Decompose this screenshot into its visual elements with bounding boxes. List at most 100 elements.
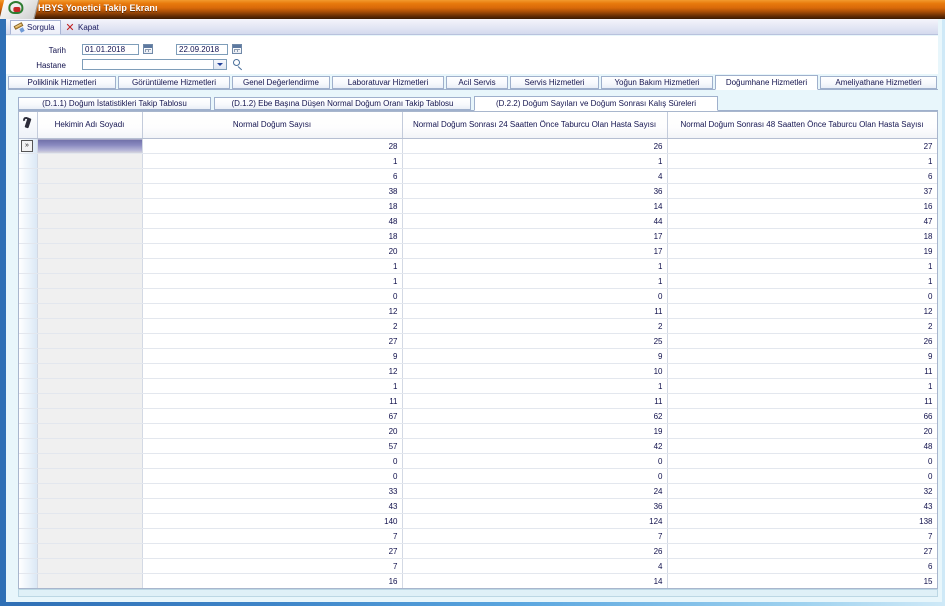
tab-4[interactable]: Acil Servis [446, 76, 508, 89]
table-row[interactable]: 111 [19, 273, 937, 289]
cell-hekim-adi-soyadi[interactable] [37, 528, 143, 544]
cell-normal-dogum-sayisi[interactable]: 57 [142, 438, 403, 454]
row-header-cell[interactable] [19, 528, 38, 544]
cell-hekim-adi-soyadi[interactable] [37, 288, 143, 304]
cell-24-saat-taburcu[interactable]: 1 [402, 378, 668, 394]
cell-48-saat-taburcu[interactable]: 26 [667, 333, 937, 349]
cell-24-saat-taburcu[interactable]: 1 [402, 273, 668, 289]
table-row[interactable]: 20 17 19 [19, 243, 937, 259]
cell-48-saat-taburcu[interactable]: 19 [667, 243, 937, 259]
cell-hekim-adi-soyadi[interactable] [37, 198, 143, 214]
date-end-input[interactable] [176, 44, 228, 55]
tab-3[interactable]: Laboratuvar Hizmetleri [332, 76, 444, 89]
cell-normal-dogum-sayisi[interactable]: 28 [142, 138, 403, 154]
cell-24-saat-taburcu[interactable]: 24 [402, 483, 668, 499]
tab-5[interactable]: Servis Hizmetleri [510, 76, 599, 89]
cell-48-saat-taburcu[interactable]: 6 [667, 168, 937, 184]
table-row[interactable]: 111 [19, 258, 937, 274]
cell-normal-dogum-sayisi[interactable]: 20 [142, 243, 403, 259]
cell-24-saat-taburcu[interactable]: 10 [402, 363, 668, 379]
chevron-down-icon[interactable] [213, 60, 226, 69]
cell-24-saat-taburcu[interactable]: 19 [402, 423, 668, 439]
cell-48-saat-taburcu[interactable]: 32 [667, 483, 937, 499]
cell-normal-dogum-sayisi[interactable]: 0 [142, 453, 403, 469]
row-header-cell[interactable] [19, 288, 38, 304]
cell-48-saat-taburcu[interactable]: 0 [667, 453, 937, 469]
cell-normal-dogum-sayisi[interactable]: 20 [142, 423, 403, 439]
table-row[interactable]: 16 14 15 [19, 573, 937, 588]
cell-24-saat-taburcu[interactable]: 17 [402, 228, 668, 244]
table-row[interactable]: 57 42 48 [19, 438, 937, 454]
cell-24-saat-taburcu[interactable]: 11 [402, 393, 668, 409]
cell-48-saat-taburcu[interactable]: 27 [667, 543, 937, 559]
cell-24-saat-taburcu[interactable]: 62 [402, 408, 668, 424]
row-header-cell[interactable] [19, 378, 38, 394]
table-row[interactable]: 111 [19, 378, 937, 394]
row-header-cell[interactable] [19, 333, 38, 349]
cell-normal-dogum-sayisi[interactable]: 0 [142, 468, 403, 484]
cell-hekim-adi-soyadi[interactable] [37, 243, 143, 259]
cell-hekim-adi-soyadi[interactable] [37, 393, 143, 409]
cell-24-saat-taburcu[interactable]: 36 [402, 183, 668, 199]
tab-6[interactable]: Yoğun Bakım Hizmetleri [601, 76, 713, 89]
cell-24-saat-taburcu[interactable]: 14 [402, 573, 668, 588]
cell-normal-dogum-sayisi[interactable]: 67 [142, 408, 403, 424]
cell-24-saat-taburcu[interactable]: 26 [402, 138, 668, 154]
cell-48-saat-taburcu[interactable]: 16 [667, 198, 937, 214]
cell-hekim-adi-soyadi[interactable] [37, 513, 143, 529]
cell-hekim-adi-soyadi[interactable] [37, 408, 143, 424]
subtab-1[interactable]: (D.1.2) Ebe Başına Düşen Normal Doğum Or… [214, 97, 471, 110]
row-header-cell[interactable] [19, 258, 38, 274]
row-header-cell[interactable] [19, 318, 38, 334]
table-row[interactable]: 18 17 18 [19, 228, 937, 244]
row-header-cell[interactable] [19, 348, 38, 364]
cell-normal-dogum-sayisi[interactable]: 7 [142, 558, 403, 574]
cell-hekim-adi-soyadi[interactable] [37, 168, 143, 184]
cell-normal-dogum-sayisi[interactable]: 18 [142, 228, 403, 244]
cell-24-saat-taburcu[interactable]: 14 [402, 198, 668, 214]
table-row[interactable]: 67 62 66 [19, 408, 937, 424]
row-header-cell[interactable] [19, 168, 38, 184]
cell-24-saat-taburcu[interactable]: 26 [402, 543, 668, 559]
cell-48-saat-taburcu[interactable]: 9 [667, 348, 937, 364]
row-header-cell[interactable] [19, 423, 38, 439]
cell-hekim-adi-soyadi[interactable] [37, 363, 143, 379]
cell-48-saat-taburcu[interactable]: 0 [667, 468, 937, 484]
cell-hekim-adi-soyadi[interactable] [37, 423, 143, 439]
table-row[interactable]: 000 [19, 468, 937, 484]
row-header-cell[interactable] [19, 363, 38, 379]
column-header-hekim[interactable]: Hekimin Adı Soyadı [37, 112, 143, 139]
cell-24-saat-taburcu[interactable]: 124 [402, 513, 668, 529]
cell-hekim-adi-soyadi[interactable] [37, 543, 143, 559]
date-start-input[interactable] [82, 44, 139, 55]
cell-48-saat-taburcu[interactable]: 15 [667, 573, 937, 588]
cell-normal-dogum-sayisi[interactable]: 12 [142, 303, 403, 319]
tab-2[interactable]: Genel Değerlendirme [232, 76, 330, 89]
cell-24-saat-taburcu[interactable]: 44 [402, 213, 668, 229]
grid-config-button[interactable] [19, 112, 38, 139]
cell-normal-dogum-sayisi[interactable]: 9 [142, 348, 403, 364]
cell-normal-dogum-sayisi[interactable]: 7 [142, 528, 403, 544]
cell-48-saat-taburcu[interactable]: 11 [667, 393, 937, 409]
cell-48-saat-taburcu[interactable]: 27 [667, 138, 937, 154]
cell-24-saat-taburcu[interactable]: 17 [402, 243, 668, 259]
cell-normal-dogum-sayisi[interactable]: 12 [142, 363, 403, 379]
row-header-cell[interactable] [19, 243, 38, 259]
cell-normal-dogum-sayisi[interactable]: 38 [142, 183, 403, 199]
row-header-cell[interactable] [19, 213, 38, 229]
row-header-cell[interactable]: » [19, 138, 38, 154]
table-row[interactable]: 27 25 26 [19, 333, 937, 349]
cell-24-saat-taburcu[interactable]: 42 [402, 438, 668, 454]
table-row[interactable]: 43 36 43 [19, 498, 937, 514]
cell-hekim-adi-soyadi[interactable] [37, 273, 143, 289]
table-row[interactable]: 11 11 11 [19, 393, 937, 409]
table-row[interactable]: 18 14 16 [19, 198, 937, 214]
table-row[interactable]: 777 [19, 528, 937, 544]
table-row[interactable]: 999 [19, 348, 937, 364]
cell-normal-dogum-sayisi[interactable]: 16 [142, 573, 403, 588]
data-grid[interactable]: Hekimin Adı Soyadı Normal Doğum Sayısı N… [18, 111, 938, 589]
cell-48-saat-taburcu[interactable]: 1 [667, 258, 937, 274]
cell-48-saat-taburcu[interactable]: 0 [667, 288, 937, 304]
row-header-cell[interactable] [19, 468, 38, 484]
table-row[interactable]: » 28 26 27 [19, 138, 937, 154]
